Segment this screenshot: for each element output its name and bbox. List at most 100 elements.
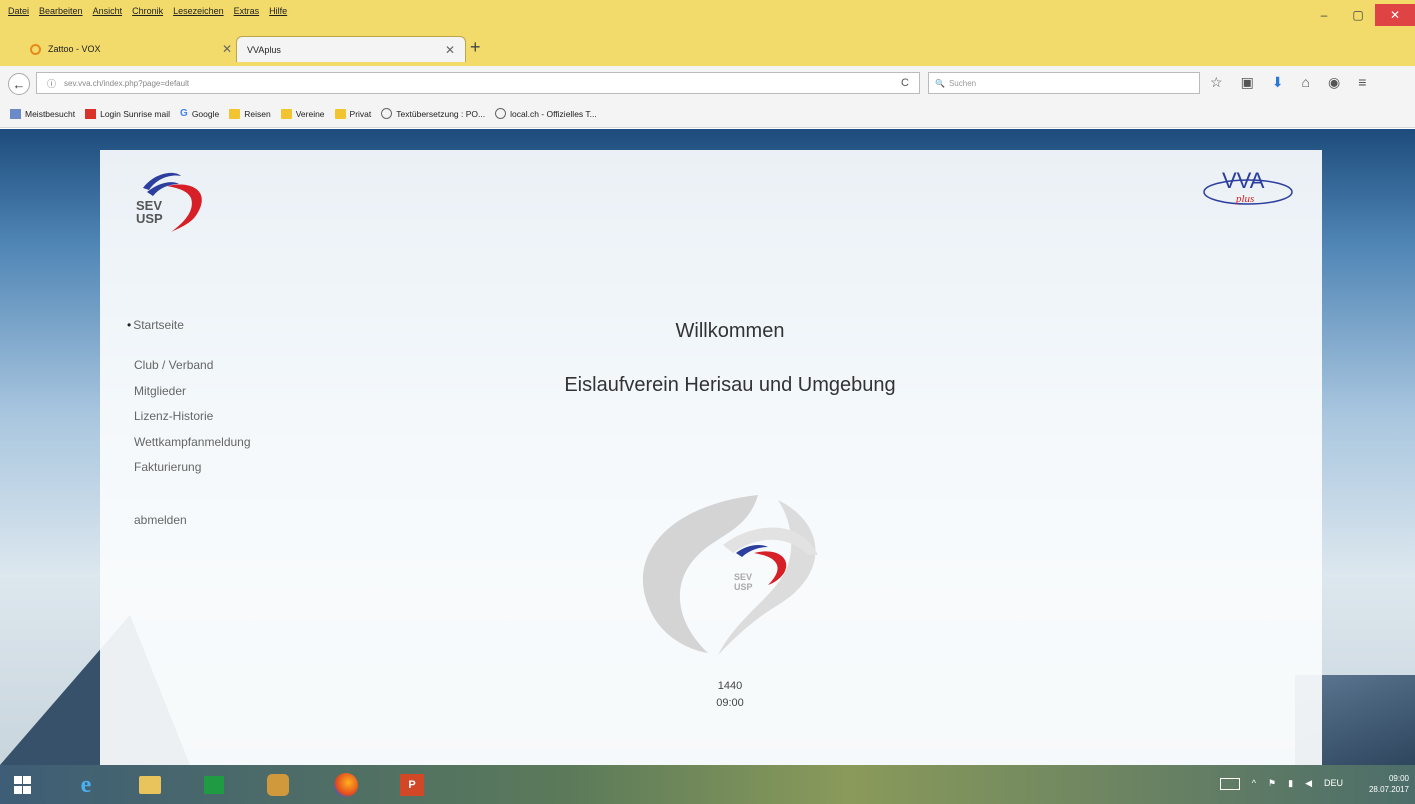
menu-datei[interactable]: Datei bbox=[8, 6, 29, 22]
window-controls: – ▢ ✕ bbox=[1307, 4, 1415, 26]
firefox-icon[interactable] bbox=[330, 769, 362, 801]
pocket-icon[interactable]: ◉ bbox=[1328, 74, 1340, 91]
counter-block: 1440 09:00 bbox=[100, 678, 1360, 712]
minimize-button[interactable]: – bbox=[1307, 4, 1341, 26]
close-tab-icon[interactable]: ✕ bbox=[445, 43, 455, 57]
counter-value: 1440 bbox=[717, 680, 743, 692]
bookmark-reisen[interactable]: Reisen bbox=[229, 108, 271, 119]
search-icon: 🔍 bbox=[935, 78, 945, 88]
menu-lesezeichen[interactable]: Lesezeichen bbox=[173, 6, 224, 22]
bookmark-label: Reisen bbox=[244, 108, 271, 119]
powerpoint-icon[interactable]: P bbox=[396, 769, 428, 801]
home-icon[interactable]: ⌂ bbox=[1302, 74, 1310, 91]
logout-link[interactable]: abmelden bbox=[134, 513, 187, 527]
bookmark-sunrise[interactable]: Login Sunrise mail bbox=[85, 108, 171, 119]
menu-hilfe[interactable]: Hilfe bbox=[269, 6, 287, 22]
close-window-button[interactable]: ✕ bbox=[1375, 4, 1415, 26]
new-tab-button[interactable]: + bbox=[470, 37, 481, 58]
sunrise-icon bbox=[85, 108, 97, 119]
sidebar-item-lizenz-historie[interactable]: Lizenz-Historie bbox=[134, 409, 213, 423]
bookmark-localch[interactable]: local.ch - Offizielles T... bbox=[495, 108, 597, 119]
bookmark-label: Vereine bbox=[295, 108, 325, 119]
close-tab-icon[interactable]: ✕ bbox=[222, 42, 232, 56]
bookmark-label: Privat bbox=[349, 108, 372, 119]
site-info-icon[interactable]: ⓘ bbox=[47, 77, 56, 90]
google-icon: G bbox=[180, 108, 188, 119]
tab-vvaplus[interactable]: VVAplus ✕ bbox=[236, 36, 466, 62]
flag-icon[interactable]: ⚑ bbox=[1268, 778, 1276, 790]
svg-text:VVA: VVA bbox=[1222, 168, 1265, 193]
back-button[interactable]: ← bbox=[8, 73, 30, 95]
emblem-sev: SEV bbox=[734, 572, 753, 582]
search-placeholder: Suchen bbox=[948, 78, 977, 88]
keyboard-icon[interactable] bbox=[1219, 778, 1240, 790]
toolbar-icons: ☆ ▣ ⬇ ⌂ ◉ ≡ bbox=[1210, 74, 1366, 91]
tab-zattoo[interactable]: Zattoo - VOX ✕ bbox=[20, 36, 242, 62]
bookmark-label: Meistbesucht bbox=[25, 108, 76, 119]
store-icon[interactable] bbox=[198, 769, 230, 801]
bookmark-meistbesucht[interactable]: Meistbesucht bbox=[10, 108, 76, 119]
url-bar[interactable]: ⓘ sev.vva.ch/index.php?page=default C bbox=[36, 72, 920, 94]
emblem-text: SEV USP bbox=[734, 572, 753, 592]
system-clock[interactable]: 09:00 28.07.2017 bbox=[1369, 773, 1409, 795]
most-visited-icon bbox=[10, 108, 21, 119]
web-page: SEV USP VVA plus Startseite Club / Verba… bbox=[100, 150, 1322, 765]
ppt-letter: P bbox=[400, 774, 424, 796]
reload-icon[interactable]: C bbox=[901, 77, 909, 89]
internet-explorer-icon[interactable]: e bbox=[70, 769, 102, 801]
search-input[interactable]: 🔍 Suchen bbox=[928, 72, 1200, 94]
hamburger-menu-icon[interactable]: ≡ bbox=[1358, 74, 1366, 91]
zattoo-favicon-icon bbox=[30, 43, 41, 55]
browser-titlebar: Datei Bearbeiten Ansicht Chronik Lesezei… bbox=[0, 0, 1415, 66]
menu-ansicht[interactable]: Ansicht bbox=[93, 6, 123, 22]
folder-icon bbox=[280, 108, 292, 119]
file-explorer-icon[interactable] bbox=[134, 769, 166, 801]
app-icon[interactable] bbox=[262, 769, 294, 801]
volume-icon[interactable]: ◀ bbox=[1305, 778, 1312, 790]
menu-extras[interactable]: Extras bbox=[234, 6, 260, 22]
language-indicator[interactable]: DEU bbox=[1324, 778, 1343, 790]
network-icon[interactable]: ▮ bbox=[1288, 778, 1293, 790]
download-icon[interactable]: ⬇ bbox=[1272, 74, 1284, 91]
menu-chronik[interactable]: Chronik bbox=[132, 6, 163, 22]
usp-label: USP bbox=[136, 211, 163, 226]
sidebar-item-club-verband[interactable]: Club / Verband bbox=[134, 358, 213, 372]
sev-logo-text: SEV USP bbox=[136, 199, 163, 225]
sidebar-item-wettkampfanmeldung[interactable]: Wettkampfanmeldung bbox=[134, 435, 251, 449]
tab-title: VVAplus bbox=[247, 44, 281, 55]
sidebar-item-fakturierung[interactable]: Fakturierung bbox=[134, 460, 201, 474]
bookmarks-library-icon[interactable]: ▣ bbox=[1241, 74, 1254, 91]
bookmark-vereine[interactable]: Vereine bbox=[280, 108, 325, 119]
bookmark-textuebersetzung[interactable]: Textübersetzung : PO... bbox=[381, 108, 485, 119]
vva-plus-logo[interactable]: VVA plus bbox=[1200, 162, 1296, 212]
system-tray: ^ ⚑ ▮ ◀ DEU bbox=[1219, 778, 1343, 790]
sev-emblem-watermark bbox=[642, 495, 818, 655]
bookmark-label: local.ch - Offizielles T... bbox=[510, 108, 597, 119]
taskbar: e P ^ ⚑ ▮ ◀ DEU 09:00 28.07.2017 bbox=[0, 765, 1415, 804]
emblem-usp: USP bbox=[734, 582, 753, 592]
navigation-bar: ← ⓘ sev.vva.ch/index.php?page=default C … bbox=[0, 66, 1415, 101]
maximize-button[interactable]: ▢ bbox=[1341, 4, 1375, 26]
bookmark-label: Login Sunrise mail bbox=[100, 108, 171, 119]
bookmark-label: Google bbox=[191, 108, 220, 119]
menu-bar: Datei Bearbeiten Ansicht Chronik Lesezei… bbox=[8, 6, 287, 22]
clock-date: 28.07.2017 bbox=[1368, 785, 1409, 794]
folder-icon bbox=[334, 108, 346, 119]
tab-strip: Zattoo - VOX ✕ VVAplus ✕ + bbox=[0, 36, 1415, 66]
globe-icon bbox=[381, 108, 393, 119]
globe-icon bbox=[495, 108, 507, 119]
club-name: Eislaufverein Herisau und Umgebung bbox=[564, 374, 896, 396]
folder-icon bbox=[229, 108, 241, 119]
bookmark-label: Textübersetzung : PO... bbox=[396, 108, 486, 119]
bookmarks-toolbar: Meistbesucht Login Sunrise mail G Google… bbox=[0, 100, 1415, 128]
tray-chevron-icon[interactable]: ^ bbox=[1252, 778, 1256, 790]
clock-time: 09:00 bbox=[1388, 774, 1409, 783]
start-button[interactable] bbox=[6, 769, 38, 801]
menu-bearbeiten[interactable]: Bearbeiten bbox=[39, 6, 83, 22]
bookmark-star-icon[interactable]: ☆ bbox=[1210, 74, 1223, 91]
time-value: 09:00 bbox=[716, 697, 744, 709]
bookmark-google[interactable]: G Google bbox=[180, 108, 219, 119]
bookmark-privat[interactable]: Privat bbox=[334, 108, 372, 119]
url-text: sev.vva.ch/index.php?page=default bbox=[64, 78, 190, 88]
svg-text:plus: plus bbox=[1235, 193, 1254, 205]
